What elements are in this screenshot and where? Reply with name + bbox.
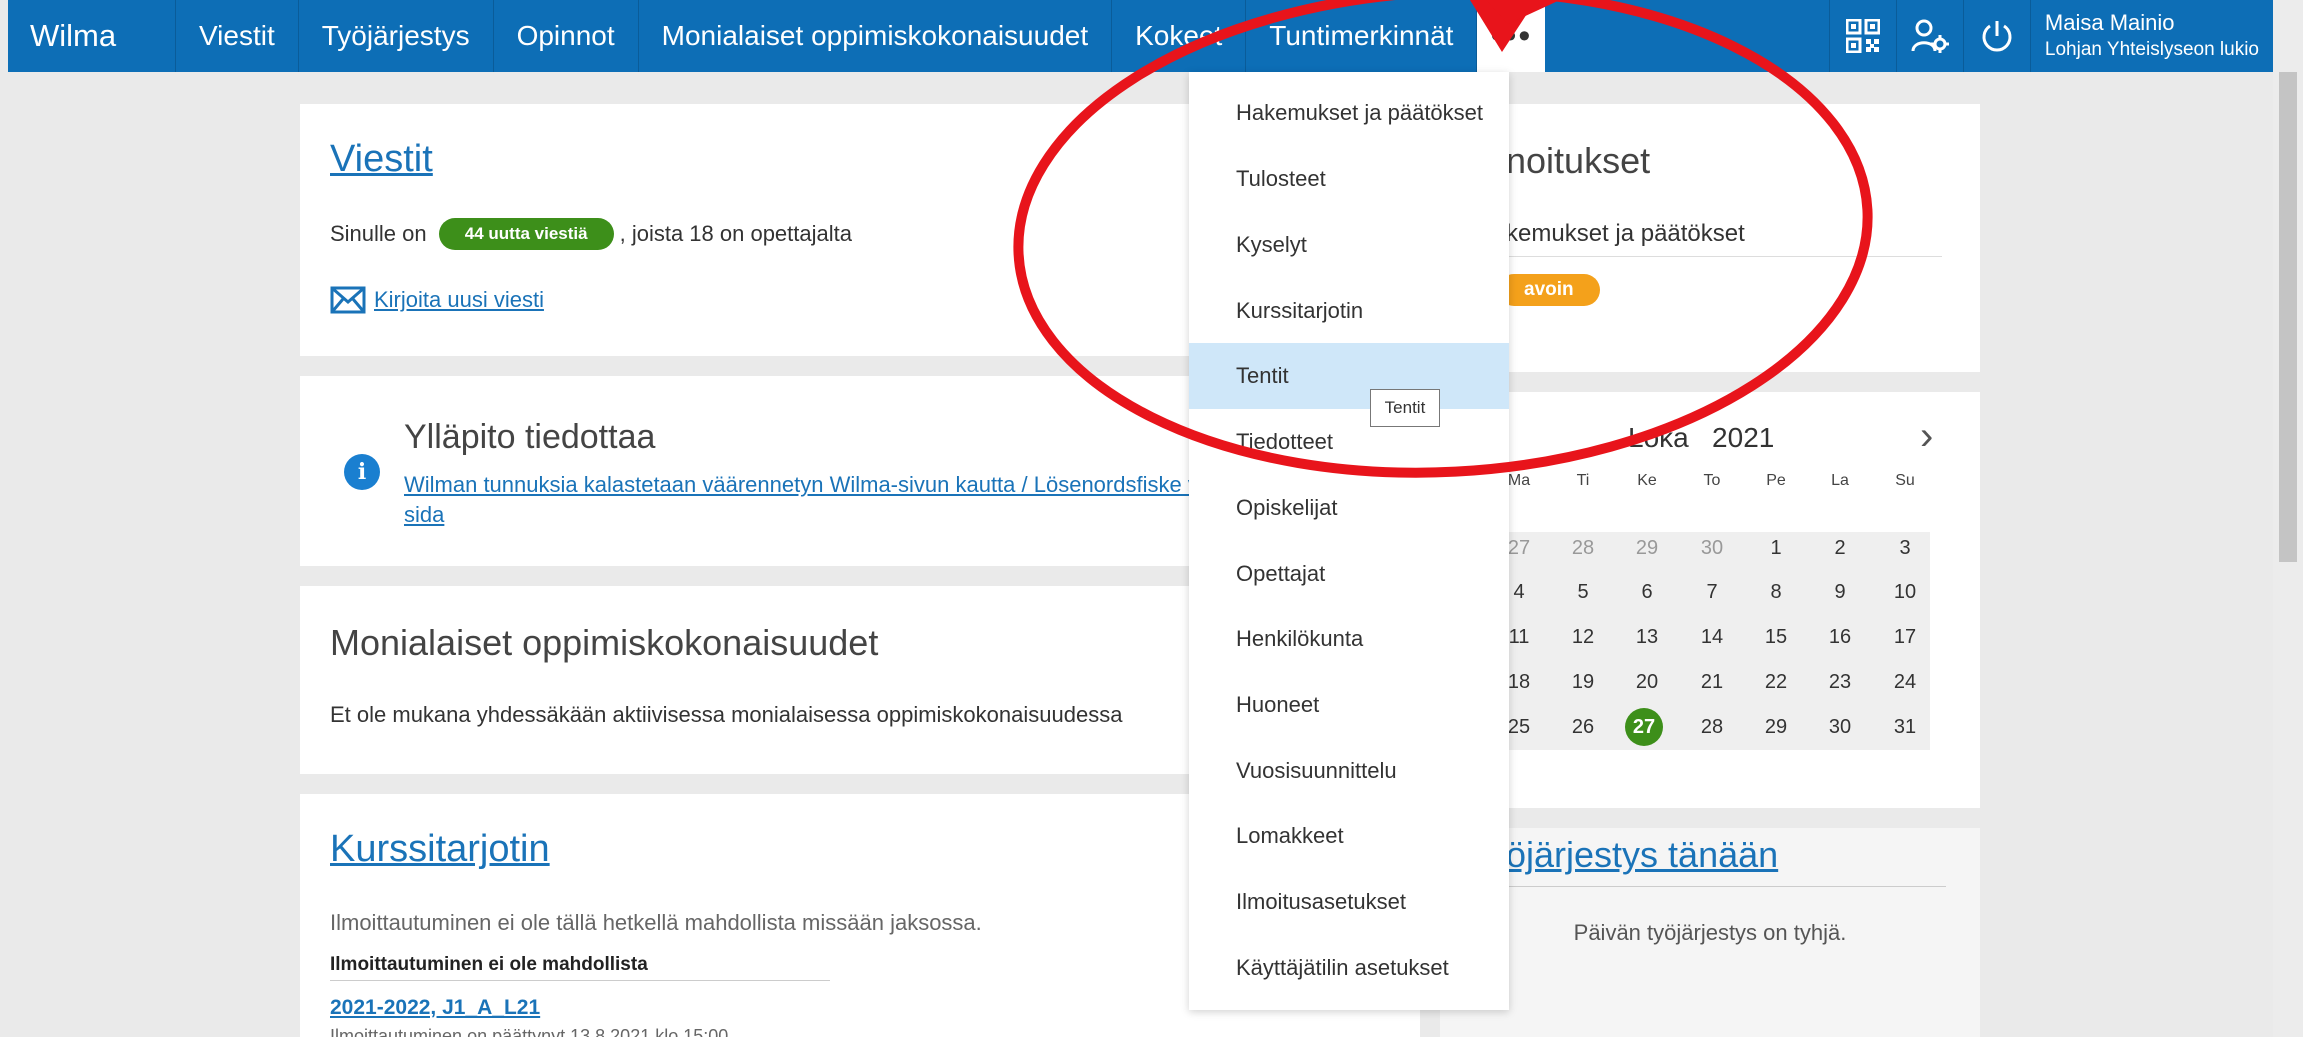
page-scrollbar[interactable] bbox=[2273, 0, 2303, 1037]
nav-right-group: Maisa Mainio Lohjan Yhteislyseon lukio bbox=[1828, 0, 2273, 72]
ilmoitukset-title: noitukset bbox=[1506, 140, 1651, 181]
new-messages-badge[interactable]: 44 uutta viestiä bbox=[438, 218, 614, 250]
calendar-weekday-header: To bbox=[1703, 472, 1721, 489]
nav-kokeet[interactable]: Kokeet bbox=[1112, 0, 1247, 72]
calendar-weekday-header: Su bbox=[1895, 472, 1915, 489]
compose-message-label[interactable]: Kirjoita uusi viesti bbox=[374, 287, 544, 313]
info-icon: i bbox=[344, 454, 380, 490]
user-info[interactable]: Maisa Mainio Lohjan Yhteislyseon lukio bbox=[2029, 0, 2273, 72]
schedule-divider bbox=[1506, 886, 1946, 887]
calendar-day[interactable]: 10 bbox=[1885, 581, 1925, 604]
calendar-day[interactable]: 20 bbox=[1627, 671, 1667, 694]
calendar-day[interactable]: 9 bbox=[1820, 581, 1860, 604]
menu-item-kayttajatilin-asetukset[interactable]: Käyttäjätilin asetukset bbox=[1189, 935, 1509, 1001]
notice-title: Ylläpito tiedottaa bbox=[404, 418, 656, 456]
calendar-day[interactable]: 19 bbox=[1563, 671, 1603, 694]
qr-code-icon[interactable] bbox=[1828, 0, 1896, 72]
messages-summary: Sinulle on 44 uutta viestiä, joista 18 o… bbox=[330, 218, 852, 250]
menu-item-huoneet[interactable]: Huoneet bbox=[1189, 672, 1509, 738]
menu-item-lomakkeet[interactable]: Lomakkeet bbox=[1189, 803, 1509, 869]
menu-item-vuosisuunnittelu[interactable]: Vuosisuunnittelu bbox=[1189, 738, 1509, 804]
calendar-day[interactable]: 28 bbox=[1563, 537, 1603, 560]
kurssitarjotin-title-link[interactable]: Kurssitarjotin bbox=[330, 828, 550, 871]
user-name: Maisa Mainio bbox=[2044, 10, 2175, 35]
calendar-day[interactable]: 30 bbox=[1692, 537, 1732, 560]
notice-link-line2[interactable]: sida bbox=[404, 502, 444, 528]
calendar-day[interactable]: 23 bbox=[1820, 671, 1860, 694]
more-menu-button[interactable]: ••• bbox=[1477, 0, 1546, 72]
brand-logo[interactable]: Wilma bbox=[8, 0, 176, 72]
menu-item-kyselyt[interactable]: Kyselyt bbox=[1189, 212, 1509, 278]
ilmoitukset-row[interactable]: kemukset ja päätökset bbox=[1506, 220, 1942, 257]
notice-link-line1[interactable]: Wilman tunnuksia kalastetaan väärennetyn… bbox=[404, 472, 1199, 498]
messages-prefix: Sinulle on bbox=[330, 221, 427, 246]
calendar-weekday-header: La bbox=[1831, 472, 1849, 489]
menu-item-opiskelijat[interactable]: Opiskelijat bbox=[1189, 475, 1509, 541]
nav-opinnot[interactable]: Opinnot bbox=[494, 0, 639, 72]
calendar-day[interactable]: 8 bbox=[1756, 581, 1796, 604]
more-dropdown-menu: Hakemukset ja päätökset Tulosteet Kysely… bbox=[1189, 72, 1509, 1010]
nav-monialaiset[interactable]: Monialaiset oppimiskokonaisuudet bbox=[639, 0, 1113, 72]
menu-item-tiedotteet[interactable]: Tiedotteet bbox=[1189, 409, 1509, 475]
calendar-day[interactable]: 16 bbox=[1820, 626, 1860, 649]
messages-title-link[interactable]: Viestit bbox=[330, 138, 433, 181]
top-navigation: Wilma Viestit Työjärjestys Opinnot Monia… bbox=[8, 0, 2273, 72]
calendar-today[interactable]: 27 bbox=[1625, 708, 1663, 746]
calendar-weekday-header: Ke bbox=[1637, 472, 1657, 489]
schedule-empty-text: Päivän työjärjestys on tyhjä. bbox=[1573, 920, 1847, 945]
calendar-day[interactable]: 26 bbox=[1563, 716, 1603, 739]
calendar-day[interactable]: 21 bbox=[1692, 671, 1732, 694]
tentit-tooltip: Tentit bbox=[1370, 389, 1440, 427]
calendar-day[interactable]: 17 bbox=[1885, 626, 1925, 649]
calendar-day[interactable]: 6 bbox=[1627, 581, 1667, 604]
monialaiset-title: Monialaiset oppimiskokonaisuudet bbox=[330, 622, 879, 663]
calendar-month: Loka 2021 bbox=[1628, 422, 1775, 453]
nav-tuntimerkinnat[interactable]: Tuntimerkinnät bbox=[1246, 0, 1478, 72]
period-info: Ilmoittautuminen on päättynyt 13.8.2021 … bbox=[330, 1026, 729, 1037]
calendar-day[interactable]: 29 bbox=[1627, 537, 1667, 560]
menu-item-hakemukset[interactable]: Hakemukset ja päätökset bbox=[1189, 80, 1509, 146]
calendar-day[interactable]: 5 bbox=[1563, 581, 1603, 604]
calendar-day[interactable]: 1 bbox=[1756, 537, 1796, 560]
calendar-day[interactable]: 2 bbox=[1820, 537, 1860, 560]
ilmoitukset-card: noitukset kemukset ja päätökset avoin bbox=[1440, 104, 1980, 372]
menu-item-tentit[interactable]: Tentit bbox=[1189, 343, 1509, 409]
calendar-weekday-header: Pe bbox=[1766, 472, 1786, 489]
status-badge: avoin bbox=[1498, 274, 1600, 306]
nav-viestit[interactable]: Viestit bbox=[176, 0, 299, 72]
calendar-day[interactable]: 28 bbox=[1692, 716, 1732, 739]
envelope-icon bbox=[330, 286, 366, 314]
monialaiset-text: Et ole mukana yhdessäkään aktiivisessa m… bbox=[330, 702, 1123, 727]
kurssitarjotin-text: Ilmoittautuminen ei ole tällä hetkellä m… bbox=[330, 910, 982, 935]
calendar-day[interactable]: 14 bbox=[1692, 626, 1732, 649]
calendar-day[interactable]: 31 bbox=[1885, 716, 1925, 739]
menu-item-kurssitarjotin[interactable]: Kurssitarjotin bbox=[1189, 278, 1509, 344]
scrollbar-thumb[interactable] bbox=[2279, 72, 2297, 562]
power-icon[interactable] bbox=[1962, 0, 2030, 72]
calendar-day[interactable]: 29 bbox=[1756, 716, 1796, 739]
calendar-day[interactable]: 30 bbox=[1820, 716, 1860, 739]
calendar-day[interactable]: 7 bbox=[1692, 581, 1732, 604]
calendar-day[interactable]: 3 bbox=[1885, 537, 1925, 560]
calendar-next-icon[interactable]: › bbox=[1920, 414, 1933, 459]
menu-item-tulosteet[interactable]: Tulosteet bbox=[1189, 146, 1509, 212]
schedule-title-link[interactable]: öjärjestys tänään bbox=[1506, 834, 1778, 876]
compose-message-link[interactable]: Kirjoita uusi viesti bbox=[330, 286, 544, 314]
calendar-day[interactable]: 12 bbox=[1563, 626, 1603, 649]
calendar-day[interactable]: 22 bbox=[1756, 671, 1796, 694]
period-link[interactable]: 2021-2022, J1_A_L21 bbox=[330, 996, 540, 1020]
messages-suffix: , joista 18 on opettajalta bbox=[619, 221, 852, 246]
menu-item-opettajat[interactable]: Opettajat bbox=[1189, 541, 1509, 607]
menu-item-henkilokunta[interactable]: Henkilökunta bbox=[1189, 606, 1509, 672]
user-settings-icon[interactable] bbox=[1895, 0, 1963, 72]
calendar-day[interactable]: 13 bbox=[1627, 626, 1667, 649]
menu-item-ilmoitusasetukset[interactable]: Ilmoitusasetukset bbox=[1189, 869, 1509, 935]
school-name: Lohjan Yhteislyseon lukio bbox=[2044, 39, 2259, 60]
schedule-card: öjärjestys tänään Päivän työjärjestys on… bbox=[1440, 828, 1980, 1037]
kurssitarjotin-subhead: Ilmoittautuminen ei ole mahdollista bbox=[330, 954, 830, 981]
calendar-day[interactable]: 15 bbox=[1756, 626, 1796, 649]
nav-tyojarjestys[interactable]: Työjärjestys bbox=[299, 0, 494, 72]
calendar-day[interactable]: 24 bbox=[1885, 671, 1925, 694]
calendar-weekday-header: Ti bbox=[1576, 472, 1590, 489]
